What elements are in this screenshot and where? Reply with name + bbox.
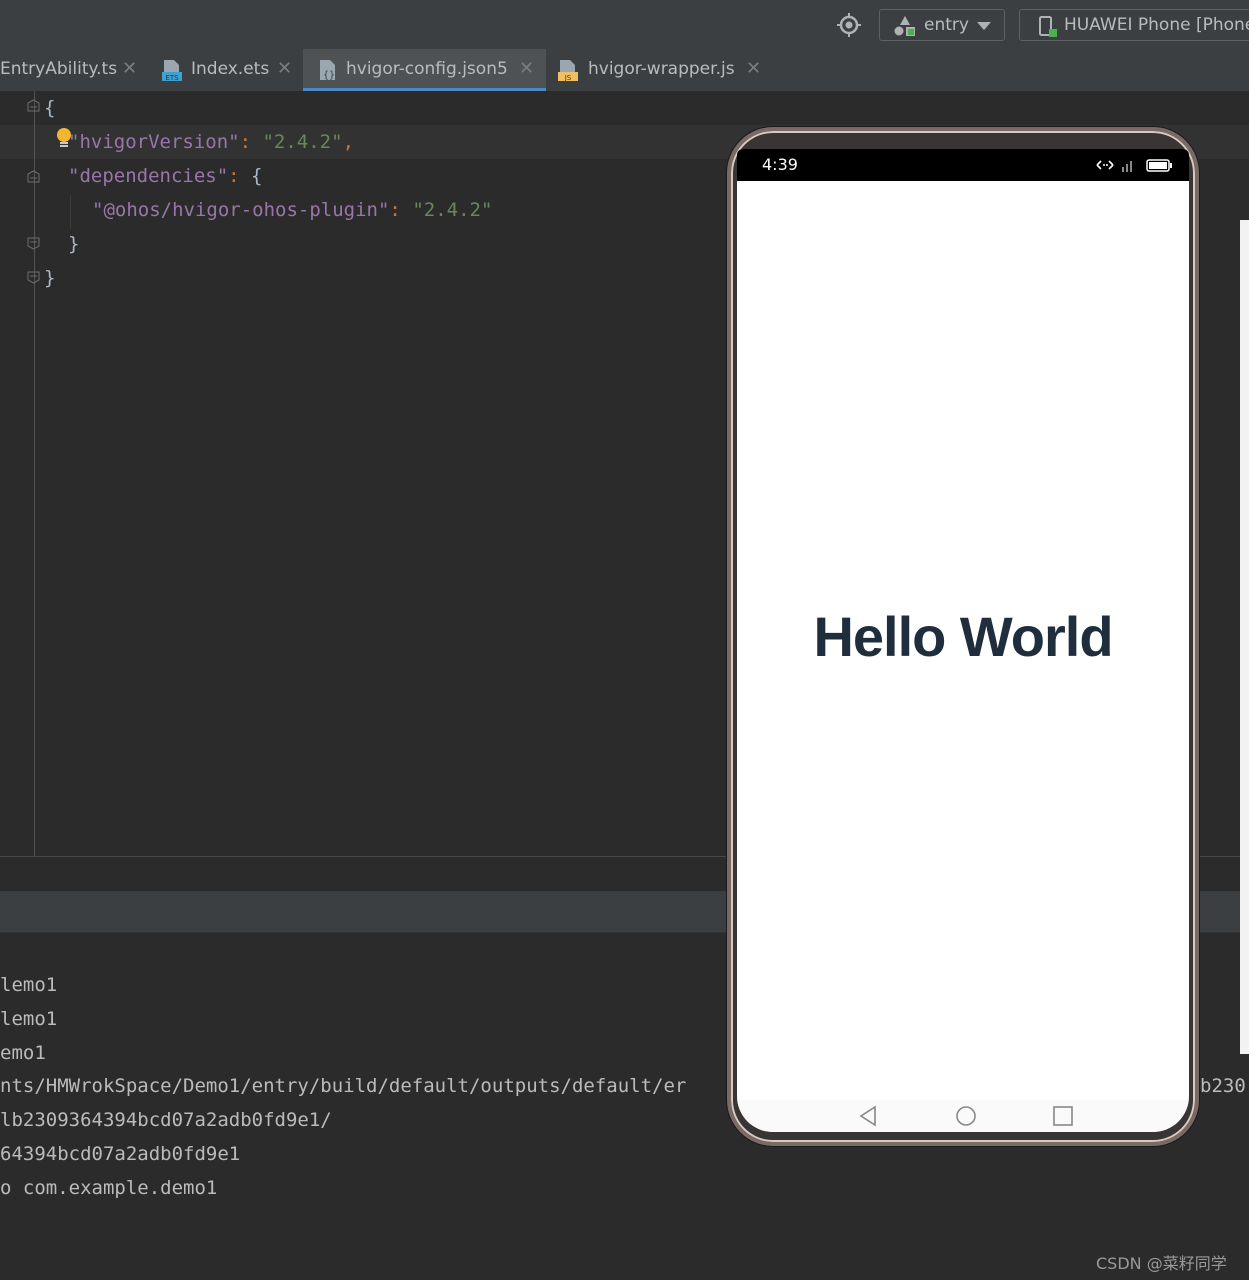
phone-emulator[interactable]: 4:39 Hello World [727, 127, 1199, 1146]
code-line-2: "hvigorVersion": "2.4.2", [68, 125, 354, 159]
svg-text:{}: {} [323, 70, 335, 81]
chevron-down-icon [977, 22, 991, 30]
comma: , [342, 131, 355, 153]
close-icon[interactable]: ✕ [122, 49, 137, 89]
device-label: HUAWEI Phone [Phone] [1064, 15, 1249, 35]
tab-label: EntryAbility.ts [0, 59, 118, 79]
tab-label: Index.ets [191, 59, 270, 79]
console-line: lemo1 [0, 1008, 58, 1030]
js-file-icon: JS [558, 60, 578, 82]
brace: } [44, 267, 56, 289]
status-bar: 4:39 [737, 149, 1189, 181]
phone-device-icon [1039, 16, 1057, 37]
ets-file-icon: ETS [162, 60, 182, 82]
code-line-1: { [44, 91, 55, 125]
code-line-6: } [44, 261, 55, 295]
indent-guide [70, 195, 71, 229]
run-config-label: entry [924, 15, 969, 35]
previewer-panel-edge [1240, 220, 1249, 1054]
nav-bar [737, 1100, 1189, 1132]
fold-end-icon[interactable] [27, 271, 40, 284]
recents-icon[interactable] [1051, 1104, 1075, 1128]
home-icon[interactable] [954, 1104, 978, 1128]
json-key: "@ohos/hvigor-ohos-plugin" [92, 199, 390, 221]
back-icon[interactable] [857, 1104, 881, 1128]
status-icons [1096, 159, 1172, 172]
editor-tab-bar: EntryAbility.ts ✕ ETS Index.ets ✕ {} hvi… [0, 49, 1249, 92]
brace: } [68, 233, 80, 255]
phone-screen[interactable]: 4:39 Hello World [737, 149, 1189, 1132]
code-line-5: } [68, 227, 79, 261]
json-key: "dependencies" [68, 165, 229, 187]
hello-text: Hello World [813, 605, 1113, 668]
code-content: { "hvigorVersion": "2.4.2", "dependencie… [0, 91, 492, 289]
tab-index-ets[interactable]: ETS Index.ets ✕ [152, 49, 302, 91]
tab-entryability[interactable]: EntryAbility.ts ✕ [0, 49, 150, 91]
target-icon[interactable] [836, 12, 862, 38]
console-line: nts/HMWrokSpace/Demo1/entry/build/defaul… [0, 1075, 687, 1097]
close-icon[interactable]: ✕ [519, 49, 534, 89]
data-transfer-icon [1096, 160, 1114, 170]
watermark: CSDN @菜籽同学 [1096, 1254, 1227, 1273]
colon: : [239, 131, 263, 153]
tab-label: hvigor-wrapper.js [588, 59, 735, 79]
json-value: "2.4.2" [412, 199, 493, 221]
run-config-dropdown[interactable]: entry [879, 9, 1005, 41]
module-icon [894, 16, 915, 36]
battery-icon [1146, 159, 1172, 172]
console-line: 64394bcd07a2adb0fd9e1 [0, 1143, 241, 1165]
brace: { [251, 165, 263, 187]
status-time: 4:39 [762, 155, 798, 174]
console-line: o com.example.demo1 [0, 1177, 218, 1199]
code-line-4: "@ohos/hvigor-ohos-plugin": "2.4.2" [92, 193, 492, 227]
json-file-icon: {} [320, 60, 335, 81]
main-toolbar: entry HUAWEI Phone [Phone] [0, 0, 1249, 49]
colon: : [228, 165, 252, 187]
code-line-3: "dependencies": { [68, 159, 263, 193]
console-line: lemo1 [0, 974, 58, 996]
console-line: emo1 [0, 1042, 46, 1064]
svg-text:ETS: ETS [165, 74, 179, 82]
tab-hvigor-config[interactable]: {} hvigor-config.json5 ✕ [303, 49, 546, 91]
close-icon[interactable]: ✕ [277, 49, 292, 89]
device-dropdown[interactable]: HUAWEI Phone [Phone] [1019, 9, 1249, 41]
console-line: lb2309364394bcd07a2adb0fd9e1/ [0, 1109, 332, 1131]
signal-icon [1122, 161, 1132, 172]
json-value: "2.4.2" [262, 131, 343, 153]
tab-hvigor-wrapper[interactable]: JS hvigor-wrapper.js ✕ [548, 49, 778, 91]
console-line-fragment: b230 [1200, 1075, 1246, 1097]
brace: { [44, 97, 56, 119]
svg-text:JS: JS [564, 74, 572, 82]
close-icon[interactable]: ✕ [746, 49, 761, 89]
tab-label: hvigor-config.json5 [346, 59, 508, 79]
colon: : [389, 199, 413, 221]
json-key: "hvigorVersion" [68, 131, 240, 153]
